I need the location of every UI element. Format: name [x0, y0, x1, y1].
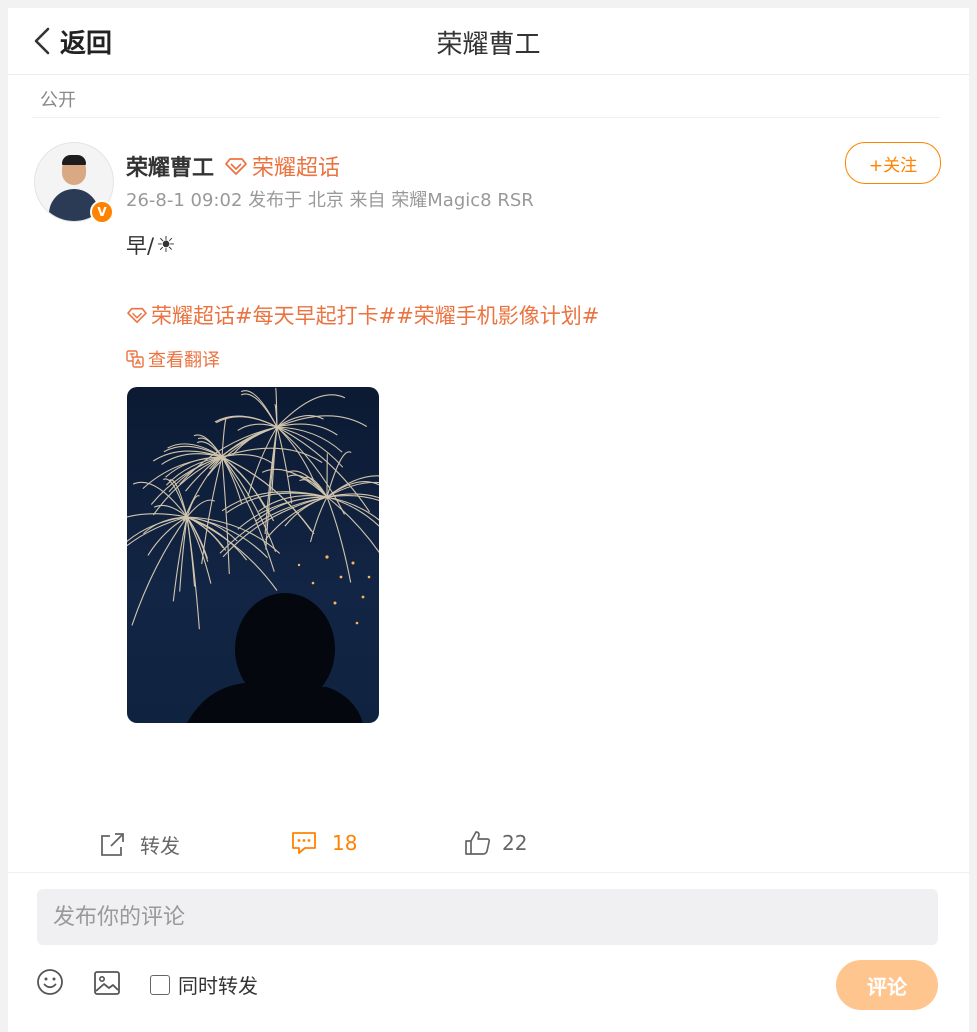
action-bar: 转发 18 22	[8, 820, 969, 873]
repost-also-label: 同时转发	[178, 974, 258, 998]
comment-icon	[292, 832, 316, 854]
post-meta: 26-8-1 09:02 发布于 北京 来自 荣耀Magic8 RSR	[126, 190, 534, 211]
post-text-content: 早/	[126, 234, 155, 258]
supertopic-label: 荣耀超话	[252, 156, 341, 181]
repost-also-option: 同时转发	[150, 970, 258, 999]
repost-button[interactable]: 转发	[98, 830, 180, 859]
supertopic-link[interactable]: 荣耀超话	[151, 300, 235, 330]
submit-comment-button[interactable]: 评论	[836, 960, 938, 1010]
diamond-icon	[127, 307, 147, 324]
hashtag-line: 荣耀超话 #每天早起打卡# #荣耀手机影像计划#	[126, 300, 599, 330]
follow-button[interactable]: +关注	[845, 142, 941, 184]
weibo-post-detail: 返回 荣耀曹工 公开 V 荣耀曹工 荣耀超话 26-8-1 09:02 发布于 …	[8, 8, 969, 1032]
verified-badge-icon: V	[90, 200, 114, 224]
visibility-label: 公开	[40, 90, 76, 111]
image-icon[interactable]	[93, 970, 121, 996]
repost-also-checkbox[interactable]	[150, 974, 170, 995]
fireworks-photo	[127, 387, 379, 723]
author-supertopic-link[interactable]: 荣耀超话	[224, 150, 340, 182]
translate-label: 查看翻译	[148, 350, 220, 371]
comment-button[interactable]: 18	[290, 830, 357, 856]
top-bar: 返回 荣耀曹工	[8, 8, 969, 75]
repost-label: 转发	[140, 834, 180, 858]
divider	[32, 117, 940, 118]
thumbs-up-icon	[465, 831, 491, 855]
emoji-icon[interactable]	[36, 968, 64, 996]
like-button[interactable]: 22	[464, 830, 527, 856]
translate-icon	[126, 350, 144, 368]
like-count: 22	[502, 831, 528, 855]
post-image[interactable]	[127, 387, 379, 723]
comment-input[interactable]	[37, 889, 938, 945]
post-text: 早/ ☀	[126, 230, 176, 260]
page-title: 荣耀曹工	[436, 30, 541, 60]
share-icon	[101, 832, 124, 856]
avatar-hair	[62, 155, 86, 165]
hashtag-link[interactable]: #每天早起打卡#	[235, 300, 396, 330]
diamond-icon	[225, 158, 247, 175]
hashtag-link[interactable]: #荣耀手机影像计划#	[396, 300, 599, 330]
author-name[interactable]: 荣耀曹工	[126, 150, 214, 182]
translate-link[interactable]: 查看翻译	[126, 346, 220, 372]
sun-emoji-icon: ☀	[156, 232, 176, 258]
comment-count: 18	[332, 831, 358, 855]
